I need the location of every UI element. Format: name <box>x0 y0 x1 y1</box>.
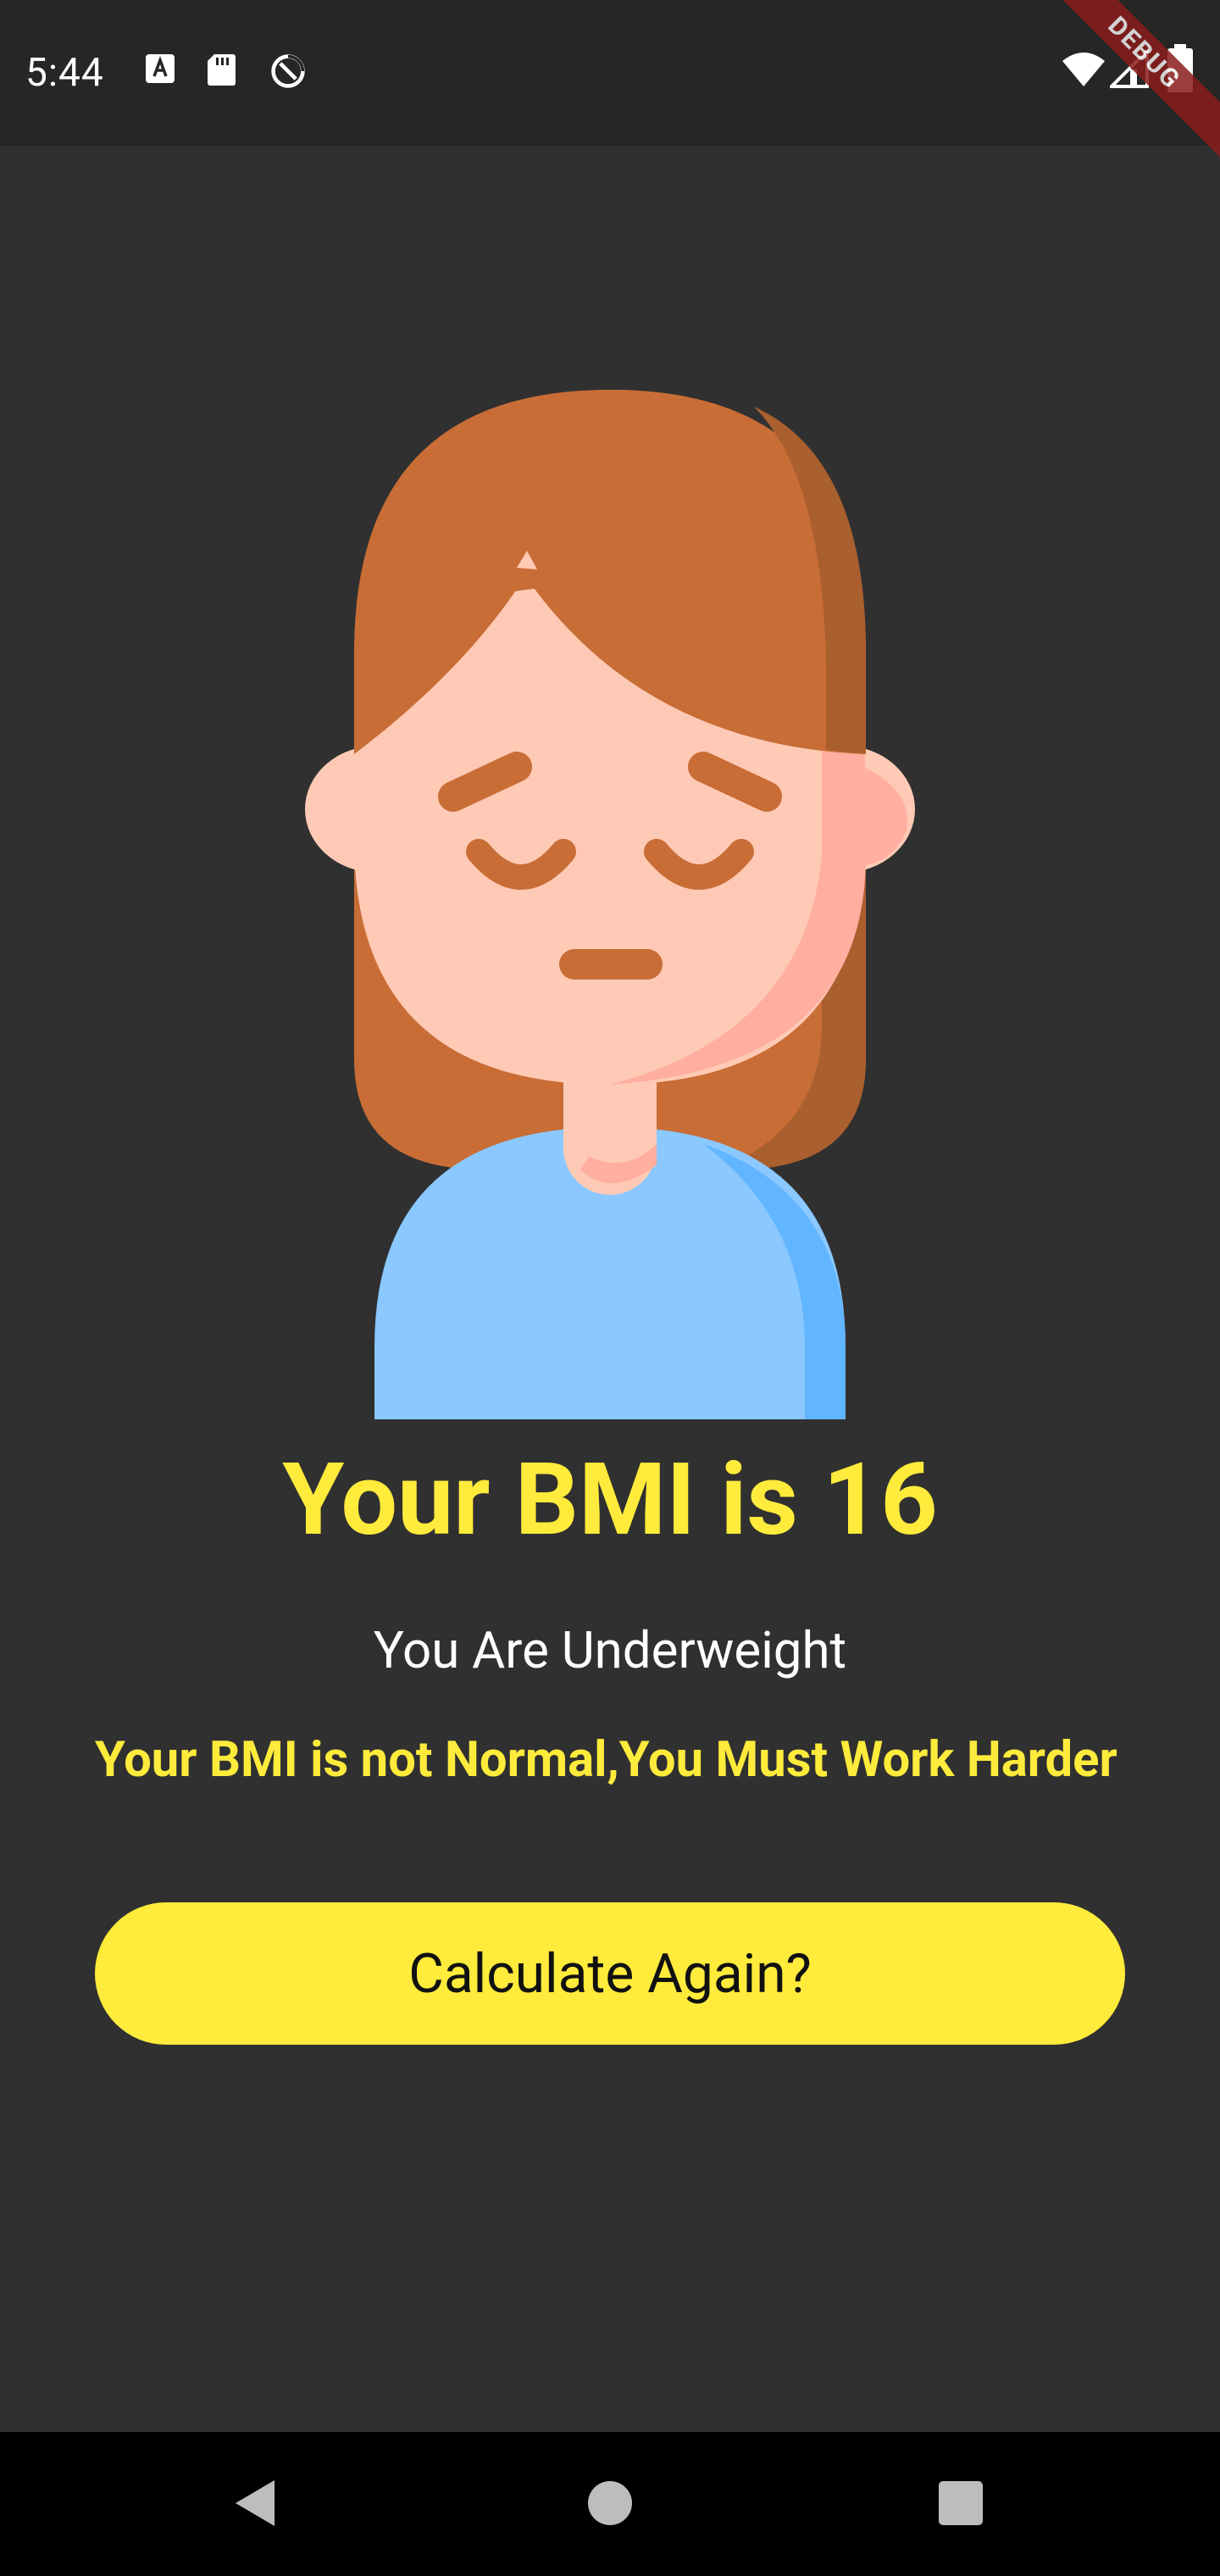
bmi-advice-text: Your BMI is not Normal,You Must Work Har… <box>95 1731 1117 1789</box>
bmi-status-label: You Are Underweight <box>373 1620 847 1680</box>
screen: 5:44 DEBUG Your BMI is 16 You Are Underw… <box>0 0 1220 2576</box>
keyboard-a-icon <box>146 54 175 83</box>
back-icon[interactable] <box>234 2479 276 2528</box>
recents-icon[interactable] <box>939 2481 983 2525</box>
bmi-result-title: Your BMI is 16 <box>282 1441 938 1558</box>
wifi-icon <box>1062 53 1105 86</box>
calculate-again-button[interactable]: Calculate Again? <box>95 1902 1125 2045</box>
sad-person-illustration <box>305 390 915 1419</box>
status-time: 5:44 <box>25 50 104 96</box>
sd-card-icon <box>208 54 236 86</box>
data-saver-icon <box>271 54 305 88</box>
home-icon[interactable] <box>588 2481 632 2525</box>
status-bar: 5:44 DEBUG <box>0 0 1220 175</box>
